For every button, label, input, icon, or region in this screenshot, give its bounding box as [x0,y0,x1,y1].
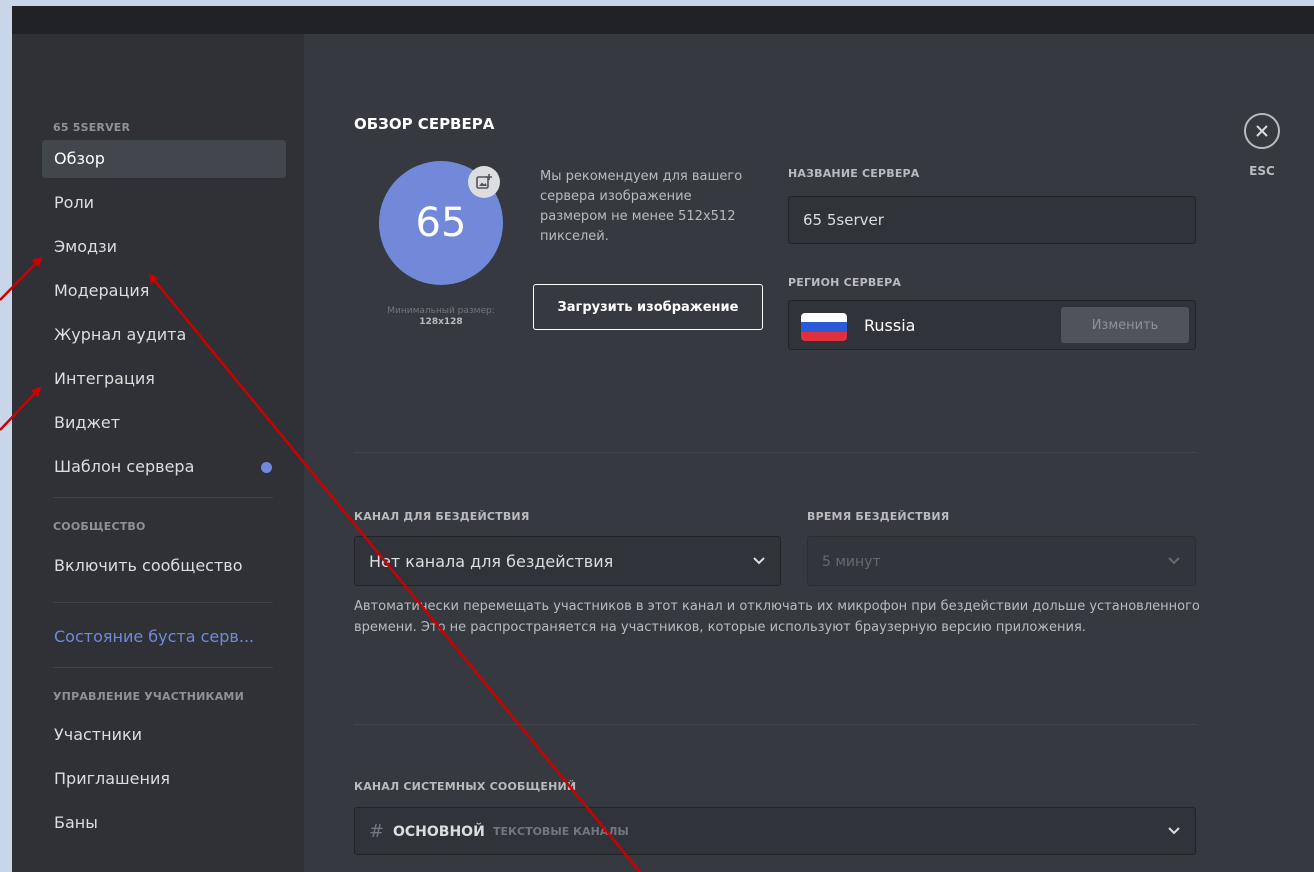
sidebar-item-label: Виджет [54,413,121,432]
min-size-value: 128x128 [419,317,463,327]
sidebar-divider [53,602,273,603]
afk-timeout-label: ВРЕМЯ БЕЗДЕЙСТВИЯ [807,510,950,523]
sidebar-item-enable-community[interactable]: Включить сообщество [42,547,286,585]
system-channel-name: основной [393,824,485,840]
upload-image-icon[interactable] [468,166,500,198]
russia-flag-icon [801,313,847,341]
image-recommendation-text: Мы рекомендуем для вашего сервера изобра… [540,169,743,244]
sidebar-item-label: Приглашения [54,769,170,788]
sidebar-item-label: Журнал аудита [54,325,187,344]
server-region-value: Russia [864,316,916,335]
close-icon [1256,125,1268,137]
sidebar-item-invites[interactable]: Приглашения [42,760,286,798]
afk-timeout-value: 5 минут [822,554,881,570]
afk-timeout-select[interactable]: 5 минут [807,536,1196,586]
sidebar-item-roles[interactable]: Роли [42,184,286,222]
sidebar-item-boost-status[interactable]: Состояние буста серв... [42,618,286,656]
change-region-button[interactable]: Изменить [1061,307,1189,343]
settings-sidebar: 65 5SERVER Обзор Роли Эмодзи Модерация Ж… [12,34,304,872]
title-bar [12,6,1314,34]
chevron-down-icon [1168,827,1180,835]
min-size-label: Минимальный размер: [387,306,495,316]
sidebar-item-emoji[interactable]: Эмодзи [42,228,286,266]
sidebar-item-moderation[interactable]: Модерация [42,272,286,310]
server-icon-text: 65 [415,200,467,246]
settings-content [304,34,1314,872]
server-region-field: Russia Изменить [788,300,1196,350]
image-plus-icon [476,174,492,189]
section-divider [354,452,1196,453]
afk-description: Автоматически перемещать участников в эт… [354,599,1200,635]
server-region-label: РЕГИОН СЕРВЕРА [788,276,902,289]
server-name-header: 65 5SERVER [53,121,131,134]
sidebar-item-overview[interactable]: Обзор [42,140,286,178]
sidebar-item-label: Шаблон сервера [54,457,195,476]
esc-label: ESC [1249,164,1275,178]
community-header: СООБЩЕСТВО [53,520,146,533]
sidebar-divider [53,667,273,668]
chevron-down-icon [753,557,765,565]
sidebar-item-label: Состояние буста серв... [54,627,255,646]
member-management-header: УПРАВЛЕНИЕ УЧАСТНИКАМИ [53,690,244,703]
sidebar-item-widget[interactable]: Виджет [42,404,286,442]
chevron-down-icon [1168,557,1180,565]
sidebar-item-integrations[interactable]: Интеграция [42,360,286,398]
sidebar-item-server-template[interactable]: Шаблон сервера [42,448,286,486]
sidebar-item-label: Баны [54,813,98,832]
system-channel-select[interactable]: # основной ТЕКСТОВЫЕ КАНАЛЫ [354,807,1196,855]
sidebar-item-label: Включить сообщество [54,556,243,575]
sidebar-divider [53,497,273,498]
new-badge-dot [261,462,272,473]
afk-channel-select[interactable]: Нет канала для бездействия [354,536,781,586]
page-title: ОБЗОР СЕРВЕРА [354,115,495,133]
sidebar-item-label: Обзор [54,149,105,168]
upload-image-button[interactable]: Загрузить изображение [533,284,763,330]
close-button[interactable] [1244,113,1280,149]
min-size-hint: Минимальный размер: 128x128 [364,306,518,328]
text-channel-hash-icon: # [369,821,385,842]
afk-channel-value: Нет канала для бездействия [369,552,614,571]
server-name-input[interactable] [788,196,1196,244]
sidebar-item-label: Интеграция [54,369,155,388]
section-divider [354,724,1196,725]
sidebar-item-members[interactable]: Участники [42,716,286,754]
sidebar-item-audit-log[interactable]: Журнал аудита [42,316,286,354]
sidebar-item-label: Участники [54,725,143,744]
server-name-label: НАЗВАНИЕ СЕРВЕРА [788,167,920,180]
sidebar-item-label: Модерация [54,281,150,300]
system-channel-category: ТЕКСТОВЫЕ КАНАЛЫ [493,825,629,838]
system-channel-label: КАНАЛ СИСТЕМНЫХ СООБЩЕНИЙ [354,780,577,793]
afk-channel-label: КАНАЛ ДЛЯ БЕЗДЕЙСТВИЯ [354,510,530,523]
sidebar-item-label: Эмодзи [54,237,117,256]
sidebar-item-bans[interactable]: Баны [42,804,286,842]
settings-window: 65 5SERVER Обзор Роли Эмодзи Модерация Ж… [12,6,1314,872]
sidebar-item-label: Роли [54,193,95,212]
